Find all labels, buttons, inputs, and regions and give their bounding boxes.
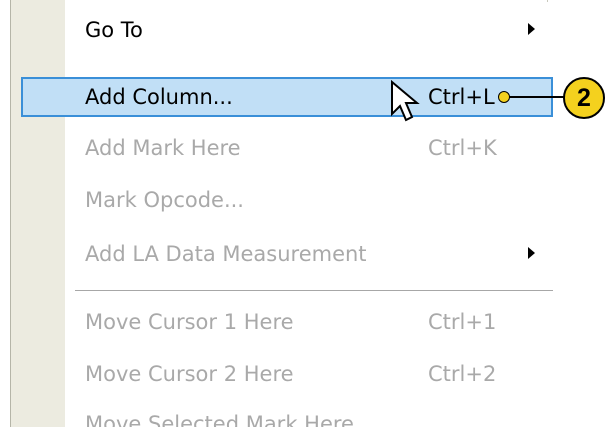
menu-item-label: Move Cursor 2 Here: [85, 362, 294, 386]
callout-anchor-dot: [498, 91, 510, 103]
menu-item-label: Mark Opcode...: [85, 188, 244, 212]
menu-item-label: Go To: [85, 18, 143, 42]
menu-item-mark-opcode[interactable]: Mark Opcode...: [65, 180, 547, 222]
screenshot-stage: Go To Add Column... Ctrl+L Add Mark Here…: [0, 0, 610, 427]
callout-number-badge: 2: [563, 77, 605, 119]
menu-item-label: Add LA Data Measurement: [85, 242, 367, 266]
menu-item-add-la-data-measurement[interactable]: Add LA Data Measurement: [65, 234, 547, 276]
menu-item-add-mark-here[interactable]: Add Mark Here Ctrl+K: [65, 128, 547, 170]
menu-item-label: Add Mark Here: [85, 136, 241, 160]
menu-item-shortcut: Ctrl+2: [428, 362, 497, 386]
menu-item-shortcut: Ctrl+1: [428, 310, 497, 334]
menu-item-shortcut: Ctrl+L: [428, 85, 495, 109]
menu-item-move-cursor-2-here[interactable]: Move Cursor 2 Here Ctrl+2: [65, 354, 547, 396]
menu-separator: [75, 290, 553, 291]
menu-item-label: Add Column...: [85, 85, 233, 109]
menu-item-label: Move Selected Mark Here: [85, 412, 354, 427]
menu-item-shortcut: Ctrl+K: [428, 136, 497, 160]
mouse-pointer-icon: [391, 80, 420, 122]
submenu-arrow-icon: [528, 247, 535, 259]
menu-item-move-selected-mark-here[interactable]: Move Selected Mark Here: [65, 404, 547, 427]
context-menu: Go To Add Column... Ctrl+L Add Mark Here…: [10, 0, 553, 427]
callout-leader-line: [504, 96, 568, 98]
menu-item-add-column[interactable]: Add Column... Ctrl+L: [21, 77, 553, 117]
submenu-arrow-icon: [528, 23, 535, 35]
menu-item-label: Move Cursor 1 Here: [85, 310, 294, 334]
menu-item-go-to[interactable]: Go To: [65, 10, 547, 52]
menu-icon-gutter: [11, 0, 65, 427]
menu-item-move-cursor-1-here[interactable]: Move Cursor 1 Here Ctrl+1: [65, 302, 547, 344]
